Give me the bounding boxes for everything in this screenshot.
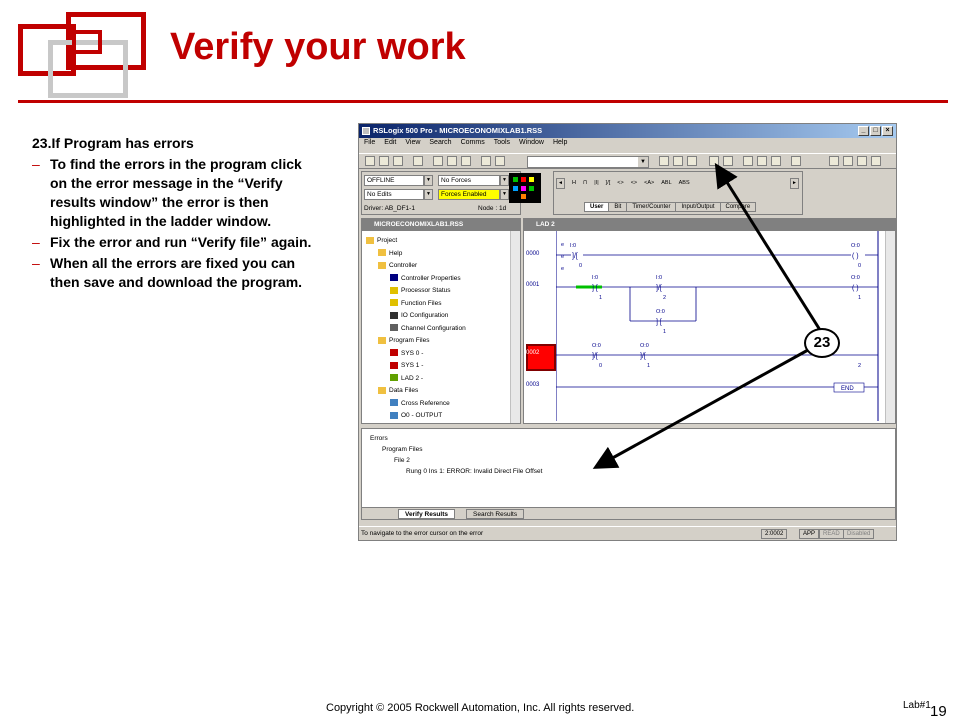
arrow-to-error-message: [592, 348, 809, 469]
arrow-to-verify-button: [714, 162, 822, 331]
step-callout: 23: [804, 328, 840, 358]
callout-arrows: [592, 162, 822, 469]
